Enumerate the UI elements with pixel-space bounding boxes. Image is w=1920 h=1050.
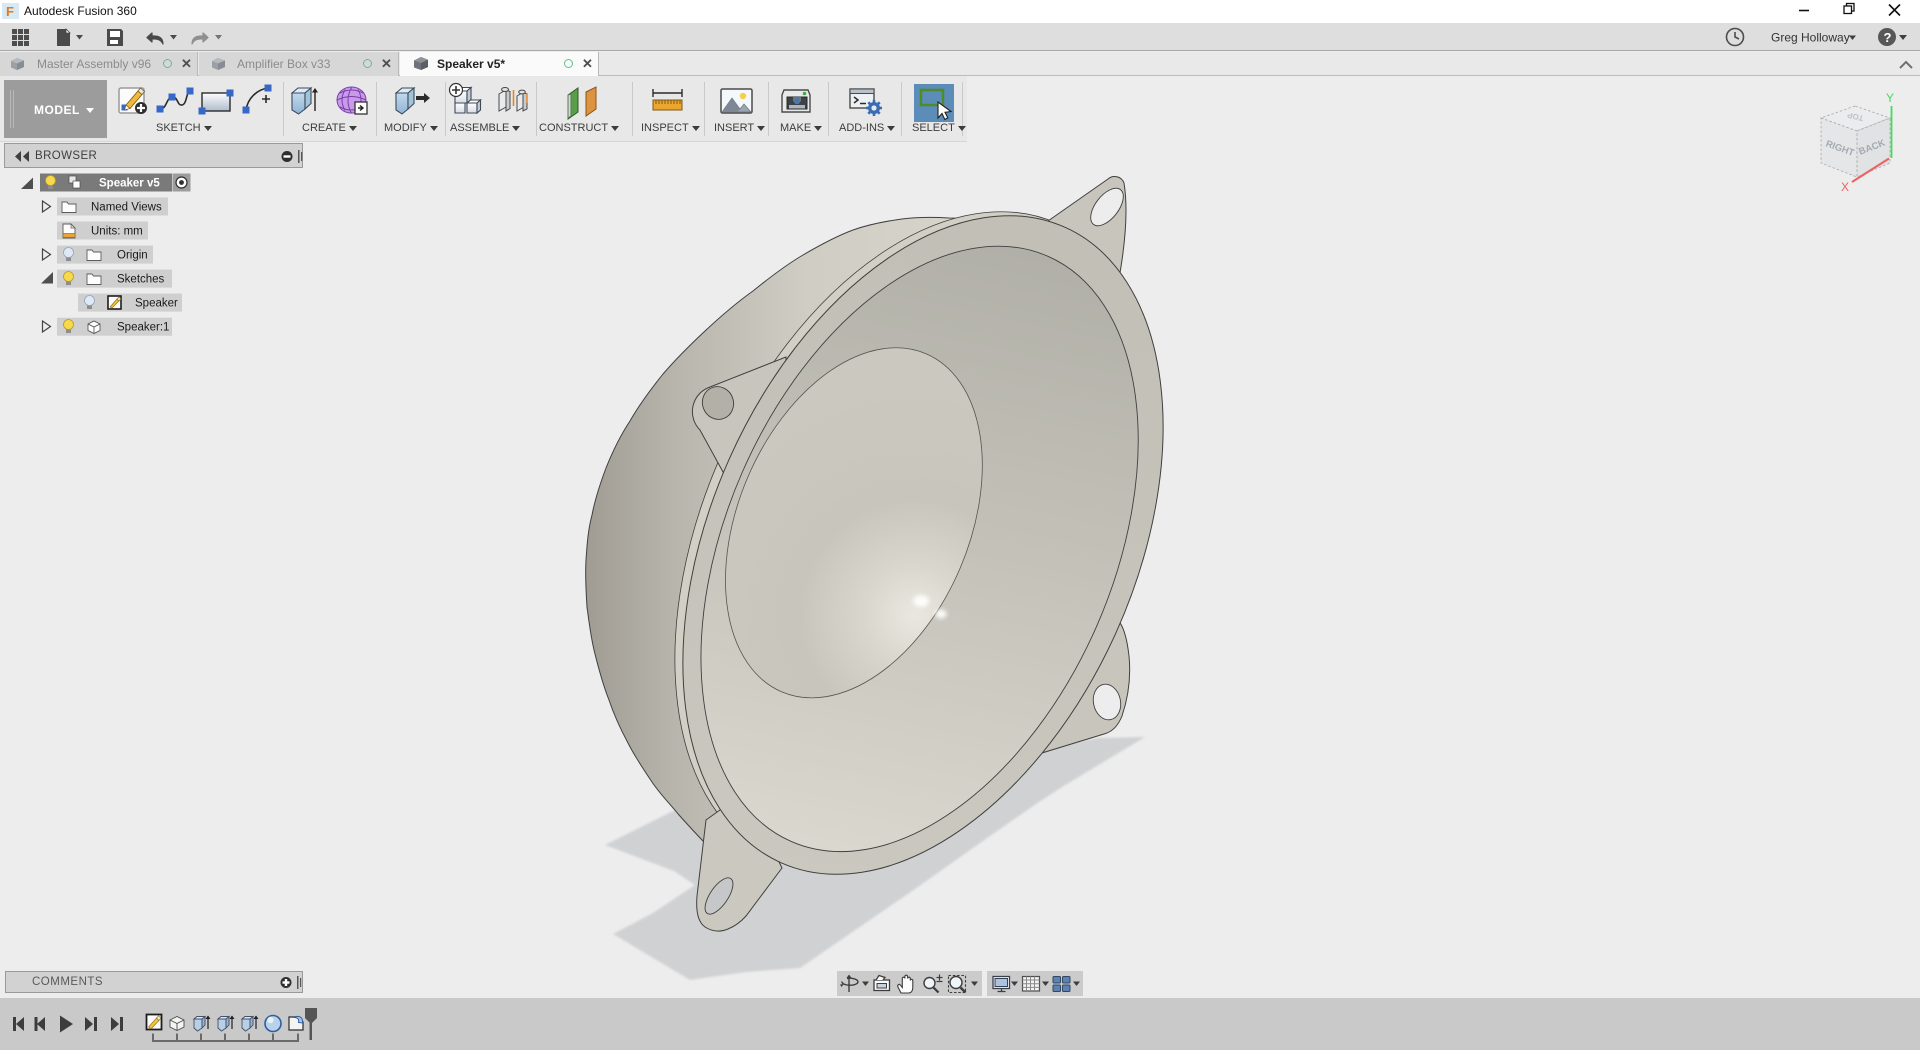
svg-text:?: ? <box>1884 30 1892 45</box>
svg-text:Greg Holloway: Greg Holloway <box>1771 31 1850 45</box>
